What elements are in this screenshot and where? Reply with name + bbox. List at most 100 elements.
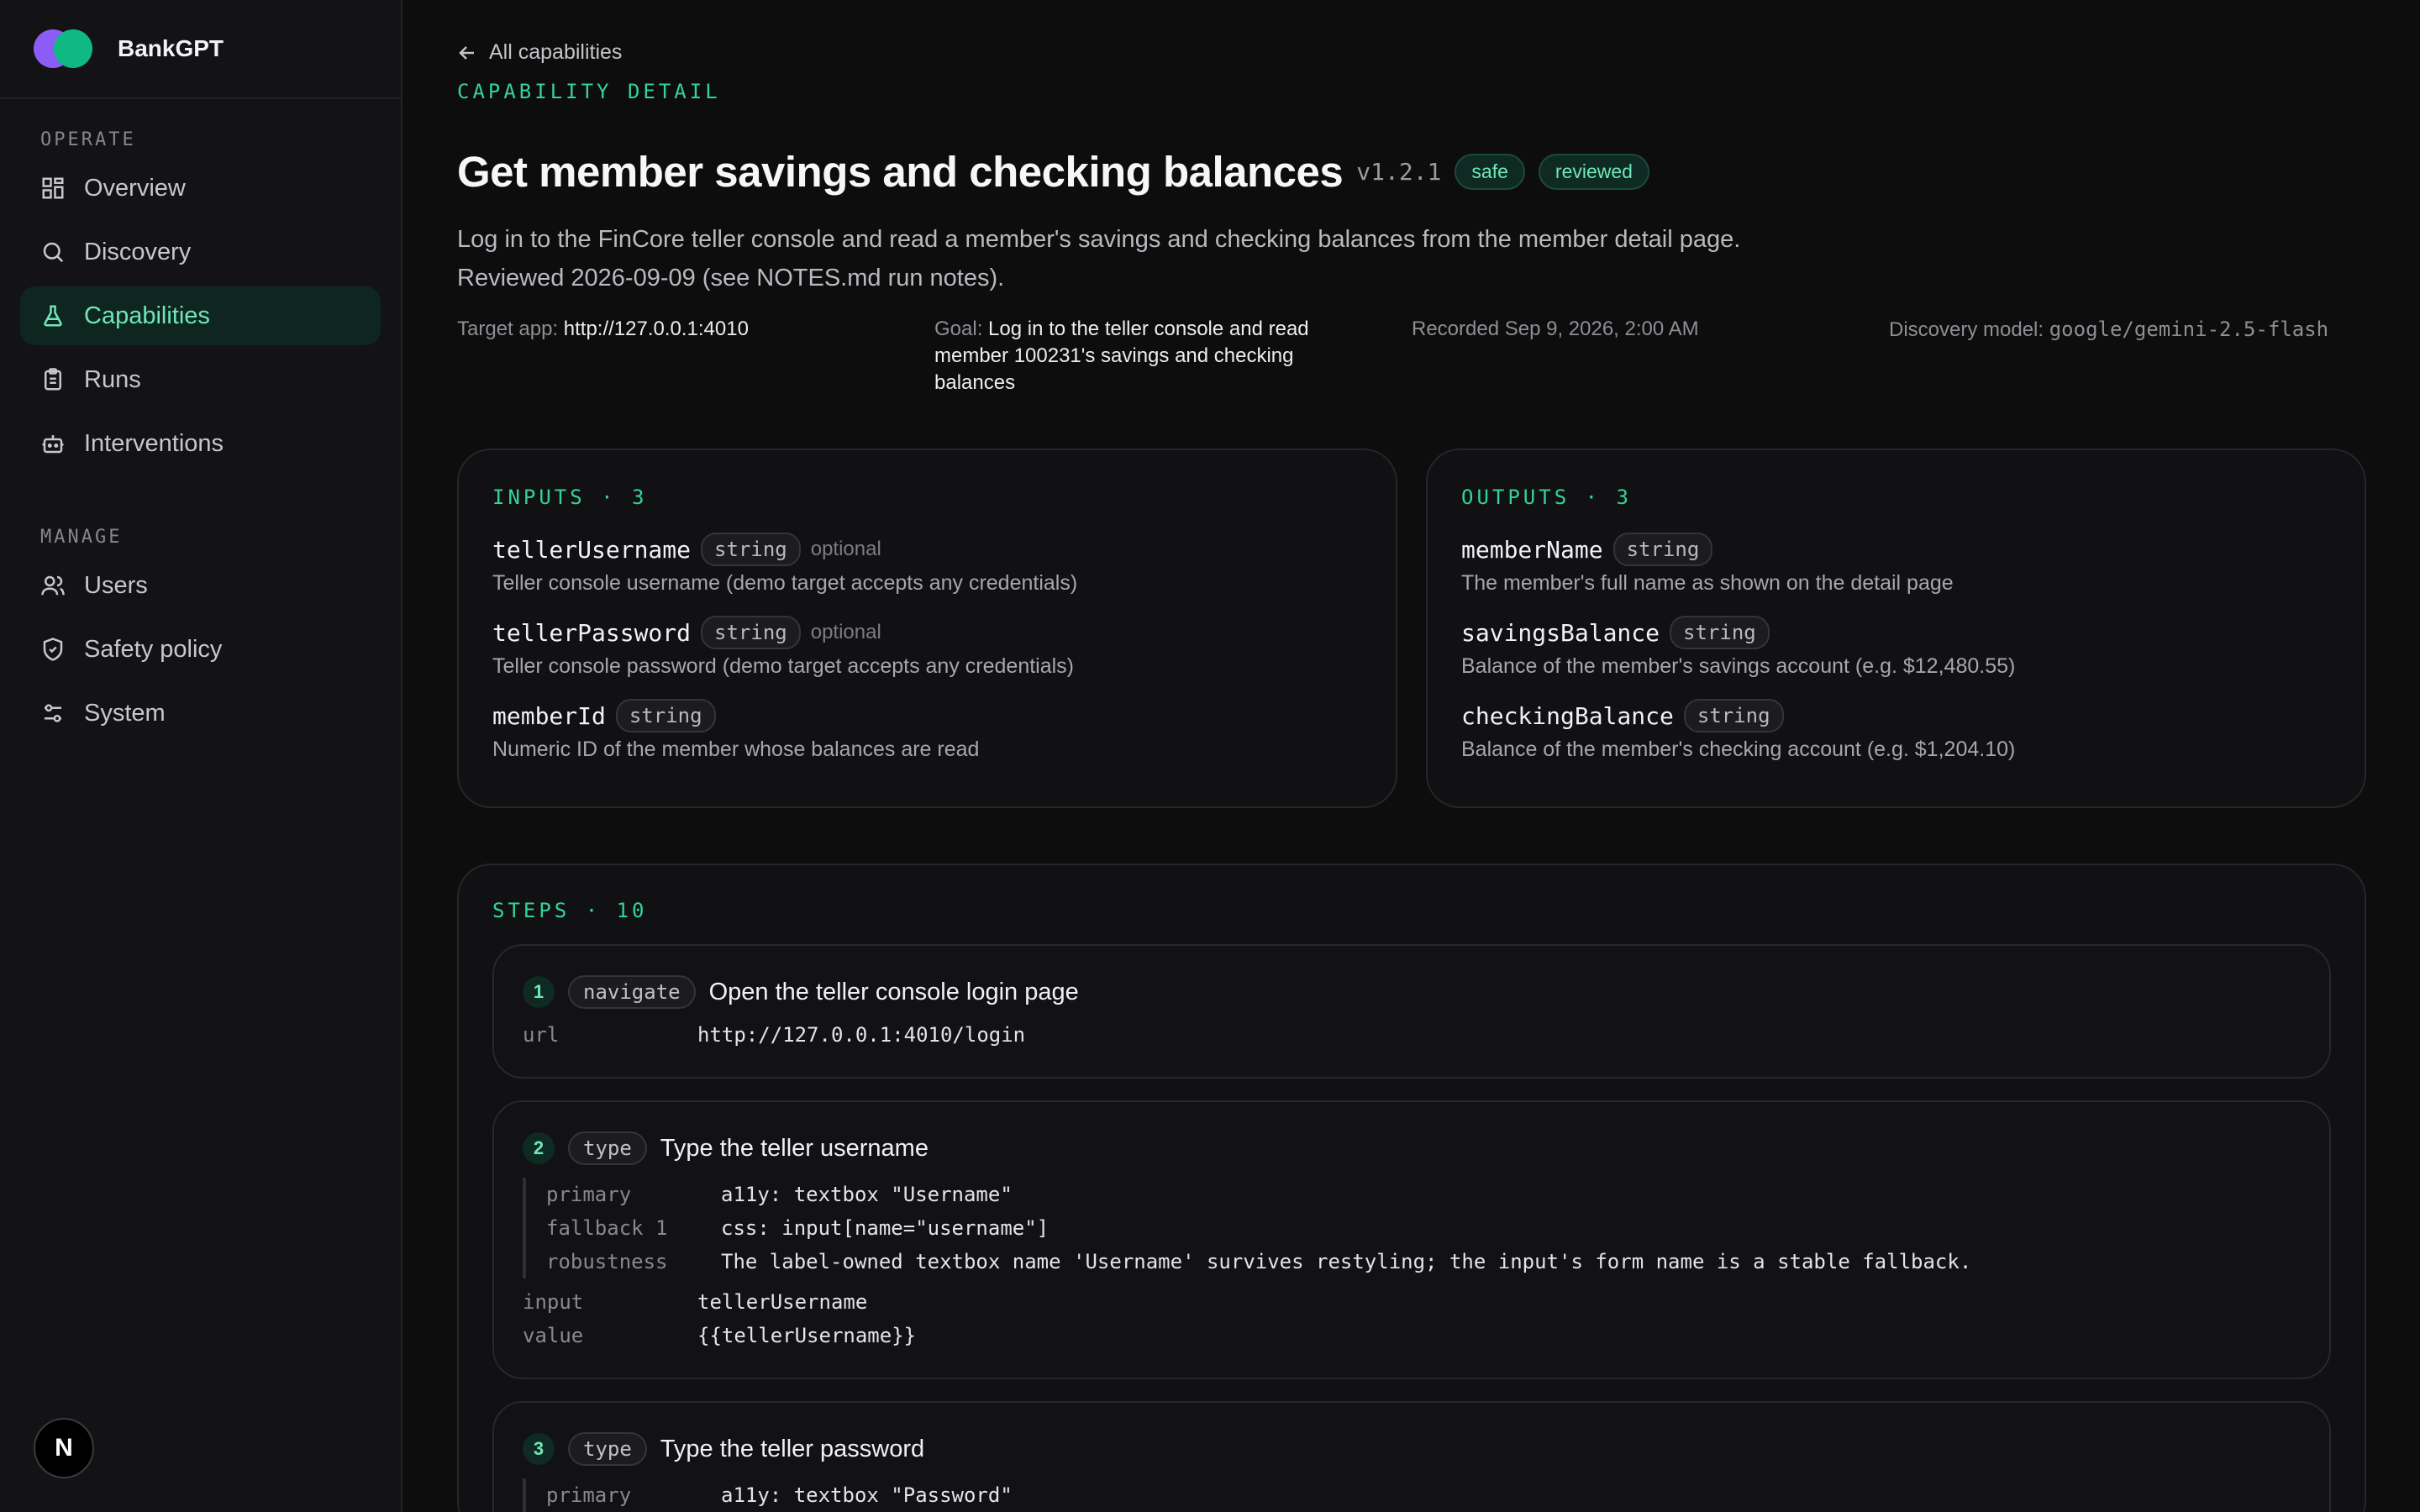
shield-icon — [43, 638, 63, 661]
locator-row: fallback 1 css: input[name="username"] — [546, 1216, 1050, 1240]
field-name: savingsBalance — [1461, 618, 1660, 647]
step-title: Open the teller console login page — [708, 978, 1079, 1005]
sidebar-item-label: Capabilities — [84, 302, 210, 329]
step-number: 2 — [523, 1132, 555, 1164]
type-badge: string — [1612, 533, 1713, 566]
outputs-card: OUTPUTS · 3 memberName string The member… — [1426, 449, 2366, 808]
sidebar-item-overview[interactable]: Overview — [20, 159, 381, 218]
clipboard-icon — [45, 368, 61, 391]
sidebar-item-system[interactable]: System — [20, 684, 381, 743]
step-item[interactable]: 1 navigate Open the teller console login… — [492, 944, 2331, 1079]
field-name: memberName — [1461, 535, 1603, 564]
sidebar-item-label: Runs — [84, 365, 141, 393]
inputs-card: INPUTS · 3 tellerUsername string optiona… — [457, 449, 1397, 808]
brand-name: BankGPT — [118, 35, 224, 61]
app-badge[interactable]: N — [34, 1418, 94, 1478]
field-description: Balance of the member's checking account… — [1461, 738, 2016, 761]
arrow-left-icon — [459, 45, 474, 60]
steps-card: STEPS · 10 1 navigate Open the teller co… — [457, 864, 2366, 1512]
meta-target: Target app: http://127.0.0.1:4010 — [457, 318, 749, 340]
back-link[interactable]: All capabilities — [457, 40, 2366, 65]
sidebar-item-label: Users — [84, 571, 148, 599]
type-badge: string — [1670, 616, 1770, 649]
field-name: checkingBalance — [1461, 701, 1674, 730]
step-number: 3 — [523, 1433, 555, 1465]
sliders-icon — [45, 704, 61, 722]
page-title: Get member savings and checking balances — [457, 148, 1344, 196]
input-field: tellerPassword string optional Teller co… — [492, 614, 1362, 679]
sidebar-item-capabilities[interactable]: Capabilities — [20, 286, 381, 345]
field-name: tellerPassword — [492, 618, 692, 647]
step-item[interactable]: 3 type Type the teller password primary … — [492, 1401, 2331, 1512]
search-icon — [43, 242, 64, 263]
type-badge: string — [701, 533, 801, 566]
sidebar-item-label: Overview — [84, 174, 186, 202]
step-kind-badge: type — [568, 1131, 647, 1165]
locator-block: primary a11y: textbox "Username" fallbac… — [523, 1178, 2301, 1278]
sidebar-item-runs[interactable]: Runs — [20, 350, 381, 409]
field-name: tellerUsername — [492, 535, 692, 564]
outputs-heading: OUTPUTS · 3 — [1461, 486, 1632, 509]
field-description: Balance of the member's savings account … — [1461, 654, 2016, 678]
meta-model: Discovery model: google/gemini-2.5-flash — [1889, 318, 2329, 341]
step-param: value {{tellerUsername}} — [523, 1324, 917, 1347]
inputs-heading: INPUTS · 3 — [492, 486, 648, 509]
brand[interactable]: BankGPT — [0, 0, 401, 99]
step-number: 1 — [523, 976, 555, 1008]
nav-section-operate: OPERATE — [40, 129, 136, 150]
sidebar-item-label: Safety policy — [84, 635, 223, 663]
field-description: The member's full name as shown on the d… — [1461, 571, 1954, 595]
field-description: Teller console username (demo target acc… — [492, 571, 1078, 595]
step-title: Type the teller username — [660, 1134, 929, 1162]
capability-description: Log in to the FinCore teller console and… — [457, 226, 1741, 291]
sidebar-item-users[interactable]: Users — [20, 556, 381, 615]
target-url[interactable]: http://127.0.0.1:4010 — [564, 318, 749, 340]
logo — [34, 29, 92, 68]
input-field: tellerUsername string optional Teller co… — [492, 531, 1362, 596]
step-kind-badge: navigate — [568, 975, 696, 1009]
main-content: All capabilities CAPABILITY DETAIL Get m… — [457, 0, 2366, 1512]
locator-block: primary a11y: textbox "Password" — [523, 1478, 2301, 1512]
type-badge: string — [615, 699, 716, 732]
sidebar-item-discovery[interactable]: Discovery — [20, 223, 381, 281]
sidebar: BankGPT OPERATE Overview Discovery Capab… — [0, 0, 402, 1512]
output-field: memberName string The member's full name… — [1461, 531, 2331, 596]
sidebar-item-label: Interventions — [84, 429, 224, 457]
field-name: memberId — [492, 701, 606, 730]
step-param: url http://127.0.0.1:4010/login — [523, 1023, 1026, 1047]
meta-goal: Goal: Log in to the teller console and r… — [934, 318, 1309, 394]
locator-row: primary a11y: textbox "Password" — [546, 1483, 1013, 1507]
version-label: v1.2.1 — [1356, 158, 1442, 186]
sidebar-item-safety-policy[interactable]: Safety policy — [20, 620, 381, 679]
output-field: savingsBalance string Balance of the mem… — [1461, 614, 2331, 679]
locator-row: robustness The label-owned textbox name … — [546, 1250, 1972, 1273]
robot-icon — [42, 435, 64, 454]
sidebar-item-interventions[interactable]: Interventions — [20, 414, 381, 473]
step-item[interactable]: 2 type Type the teller username primary … — [492, 1100, 2331, 1379]
status-badge-safe: safe — [1455, 154, 1525, 190]
optional-label: optional — [810, 538, 881, 560]
step-kind-badge: type — [568, 1432, 647, 1466]
field-description: Numeric ID of the member whose balances … — [492, 738, 980, 761]
users-icon — [41, 575, 65, 596]
steps-heading: STEPS · 10 — [492, 899, 648, 922]
status-badge-reviewed: reviewed — [1538, 154, 1649, 190]
meta-row: Target app: http://127.0.0.1:4010 Goal: … — [457, 316, 2366, 396]
step-title: Type the teller password — [660, 1435, 925, 1462]
step-param: input tellerUsername — [523, 1290, 868, 1314]
sidebar-item-label: System — [84, 699, 166, 727]
flask-icon — [44, 305, 62, 327]
type-badge: string — [701, 616, 801, 649]
sidebar-item-label: Discovery — [84, 238, 192, 265]
field-description: Teller console password (demo target acc… — [492, 654, 1075, 678]
nav-section-manage: MANAGE — [40, 527, 123, 548]
optional-label: optional — [810, 621, 881, 643]
meta-recorded: Recorded Sep 9, 2026, 2:00 AM — [1412, 318, 1699, 340]
grid-icon — [42, 177, 64, 199]
page-eyebrow: CAPABILITY DETAIL — [457, 80, 721, 103]
back-link-label: All capabilities — [489, 40, 623, 64]
output-field: checkingBalance string Balance of the me… — [1461, 697, 2331, 762]
type-badge: string — [1683, 699, 1784, 732]
locator-row: primary a11y: textbox "Username" — [546, 1183, 1013, 1206]
input-field: memberId string Numeric ID of the member… — [492, 697, 1362, 762]
